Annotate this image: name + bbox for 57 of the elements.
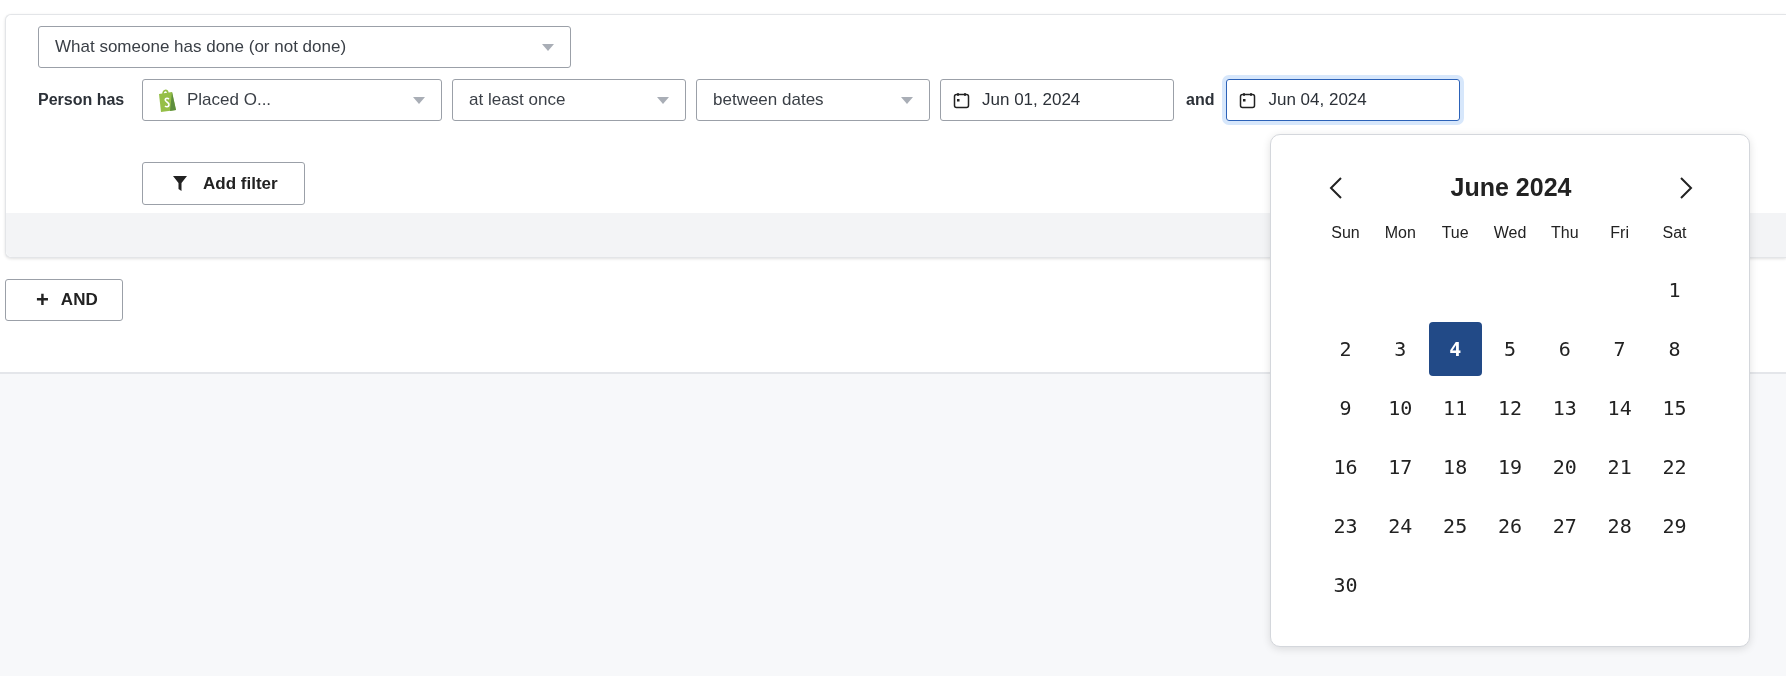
calendar-icon: [1239, 91, 1257, 109]
caret-icon: [542, 43, 554, 51]
calendar-day[interactable]: 9: [1319, 381, 1372, 435]
calendar-day[interactable]: 29: [1647, 499, 1701, 553]
month-title: June 2024: [1450, 173, 1572, 202]
next-month-icon[interactable]: [1679, 176, 1693, 199]
and-button[interactable]: + AND: [5, 279, 123, 321]
calendar-day[interactable]: 30: [1319, 558, 1372, 612]
calendar-day[interactable]: 8: [1647, 322, 1701, 376]
weekday-label: Sat: [1661, 224, 1688, 243]
calendar-day[interactable]: 2: [1319, 322, 1372, 376]
weekday-label: Mon: [1383, 224, 1417, 243]
calendar-day[interactable]: 10: [1373, 381, 1427, 435]
calendar-day[interactable]: 23: [1319, 499, 1372, 553]
caret-icon: [657, 96, 669, 104]
condition-select[interactable]: What someone has done (or not done): [38, 26, 571, 68]
weekday-label: Sun: [1330, 224, 1361, 243]
calendar-day[interactable]: 14: [1593, 381, 1647, 435]
caret-icon: [413, 96, 425, 104]
calendar-day[interactable]: 28: [1593, 499, 1647, 553]
calendar-day[interactable]: 12: [1483, 381, 1537, 435]
calendar-day[interactable]: 18: [1428, 440, 1482, 494]
and-label: and: [1186, 91, 1215, 109]
calendar-day[interactable]: 20: [1538, 440, 1592, 494]
timeframe-select[interactable]: between dates: [696, 79, 930, 121]
calendar-day[interactable]: 6: [1538, 322, 1592, 376]
calendar-day[interactable]: 26: [1483, 499, 1537, 553]
calendar-day[interactable]: 1: [1647, 263, 1701, 317]
calendar-day[interactable]: 24: [1373, 499, 1427, 553]
calendar-day[interactable]: 7: [1593, 322, 1647, 376]
previous-month-icon[interactable]: [1329, 176, 1343, 199]
start-date-field[interactable]: Jun 01, 2024: [940, 79, 1174, 121]
event-select[interactable]: Placed O...: [142, 79, 442, 121]
calendar-day[interactable]: 25: [1428, 499, 1482, 553]
add-filter-button[interactable]: Add filter: [142, 162, 305, 205]
filter-label: Person has: [38, 91, 126, 109]
calendar-day[interactable]: 21: [1593, 440, 1647, 494]
weekday-label: Wed: [1492, 224, 1528, 243]
calendar-day[interactable]: 4: [1428, 322, 1482, 376]
calendar-day[interactable]: 13: [1538, 381, 1592, 435]
filter-icon: [173, 176, 187, 191]
weekday-label: Thu: [1550, 224, 1580, 243]
calendar-day[interactable]: 11: [1428, 381, 1482, 435]
frequency-select[interactable]: at least once: [452, 79, 686, 121]
shopping-bag-icon: [157, 88, 177, 112]
caret-icon: [901, 96, 913, 104]
calendar-day[interactable]: 27: [1538, 499, 1592, 553]
calendar-day[interactable]: 15: [1647, 381, 1701, 435]
calendar-day[interactable]: 22: [1647, 440, 1701, 494]
weekday-label: Tue: [1440, 224, 1470, 243]
weekday-label: Fri: [1609, 224, 1630, 243]
calendar-day[interactable]: 5: [1483, 322, 1537, 376]
calendar-day[interactable]: 17: [1373, 440, 1427, 494]
calendar-day[interactable]: 3: [1373, 322, 1427, 376]
calendar-day[interactable]: 16: [1319, 440, 1372, 494]
calendar-icon: [953, 91, 970, 109]
calendar-day[interactable]: 19: [1483, 440, 1537, 494]
